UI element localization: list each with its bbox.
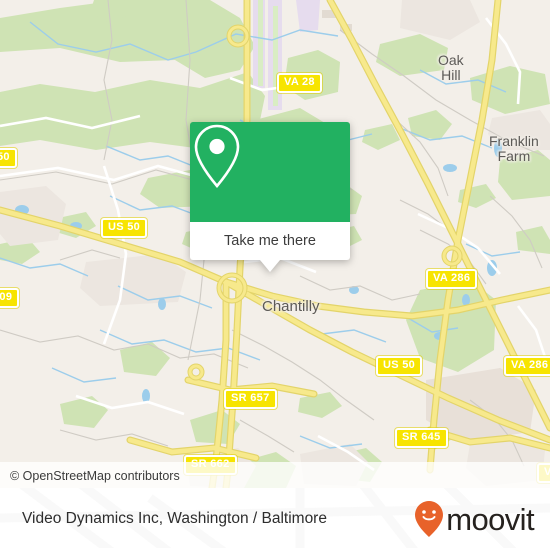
popup-pointer [260, 260, 280, 272]
place-label-franklin-farm: Franklin Farm [489, 133, 539, 164]
location-popup-card[interactable]: Take me there [190, 122, 350, 272]
moovit-wordmark: moovit [446, 501, 534, 537]
shield-us-50-e[interactable]: US 50 [376, 356, 423, 376]
popup-footer[interactable]: Take me there [190, 222, 350, 260]
popup-header [190, 122, 350, 222]
moovit-logo[interactable]: moovit [414, 500, 535, 538]
shield-50-edge[interactable]: 50 [0, 148, 17, 168]
footer-bar: Video Dynamics Inc, Washington / Baltimo… [0, 488, 550, 550]
shield-va-28[interactable]: VA 28 [277, 73, 322, 93]
map-canvas[interactable]: Chantilly Oak Hill Franklin Farm VA 28 U… [0, 0, 550, 488]
map-pin-icon [194, 124, 240, 189]
moovit-pin-smiley-icon [415, 501, 444, 537]
page-title: Video Dynamics Inc, Washington / Baltimo… [22, 510, 327, 527]
shield-609-edge[interactable]: 609 [0, 288, 20, 308]
take-me-there-button[interactable]: Take me there [224, 233, 316, 249]
map-screenshot: Chantilly Oak Hill Franklin Farm VA 28 U… [0, 0, 550, 550]
shield-us-50-w[interactable]: US 50 [101, 218, 148, 238]
shield-sr-645[interactable]: SR 645 [395, 428, 448, 448]
shield-sr-657[interactable]: SR 657 [224, 389, 277, 409]
osm-attribution[interactable]: © OpenStreetMap contributors [10, 469, 180, 483]
shield-va-286-e[interactable]: VA 286 [504, 356, 550, 376]
place-label-chantilly: Chantilly [262, 298, 320, 315]
place-label-oak-hill: Oak Hill [438, 52, 464, 83]
shield-va-286-n[interactable]: VA 286 [426, 269, 478, 289]
